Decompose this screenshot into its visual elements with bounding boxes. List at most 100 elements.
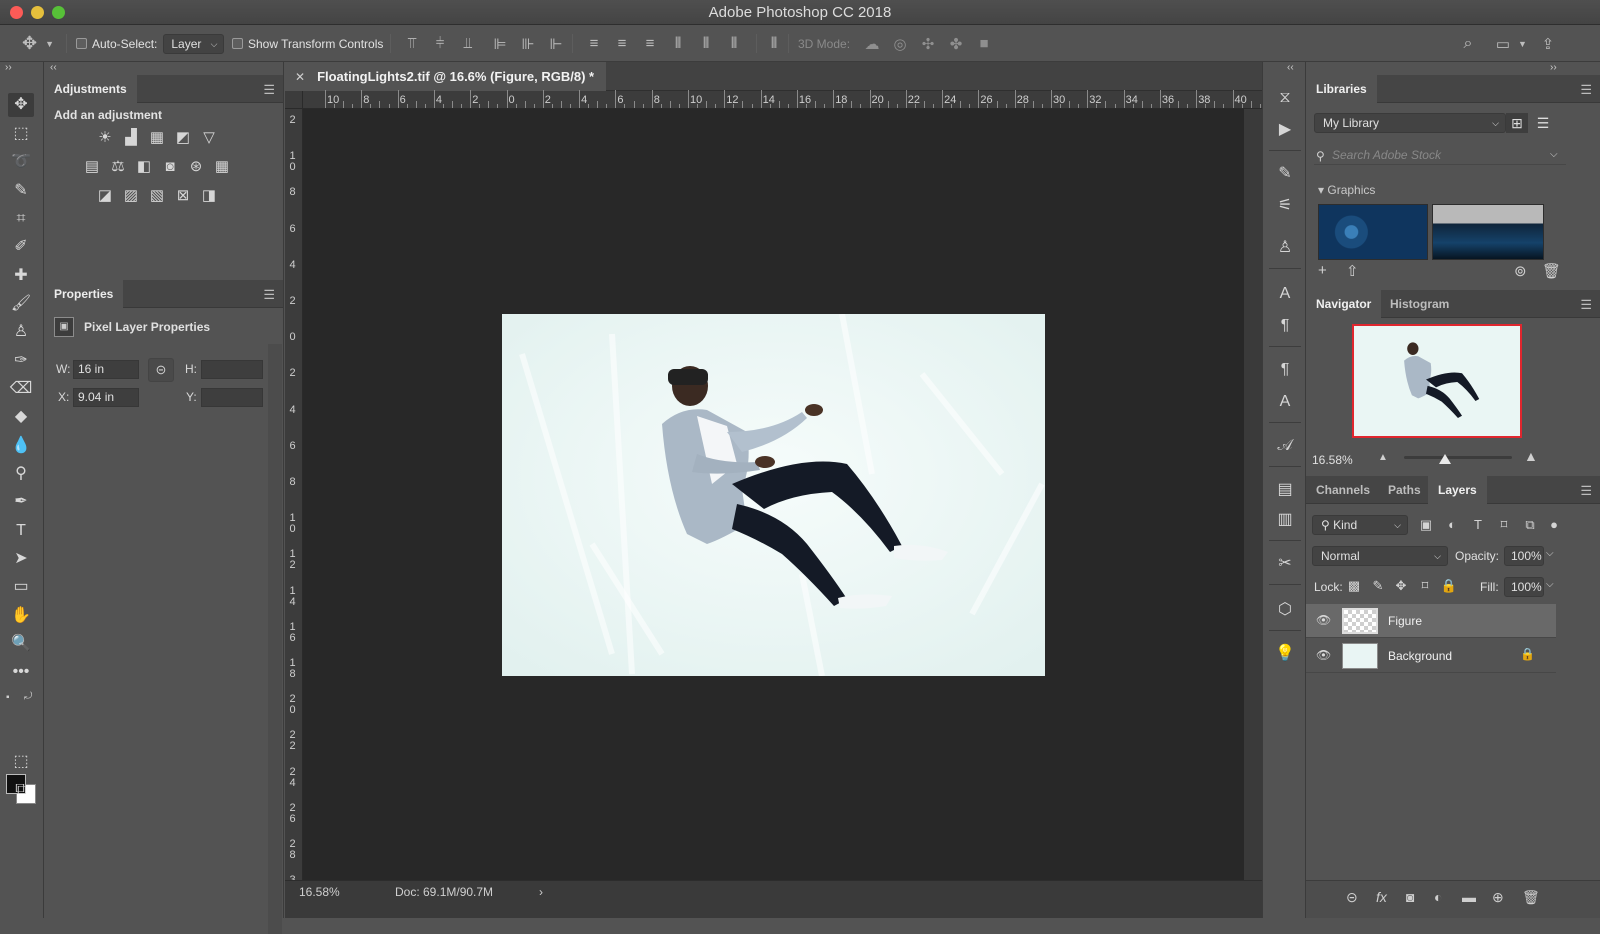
list-view-icon[interactable]: ☰ bbox=[1532, 113, 1554, 133]
blur-icon[interactable]: 💧 bbox=[8, 434, 34, 458]
posterize-icon[interactable]: ▨ bbox=[120, 185, 142, 207]
brush-icon[interactable]: 🖌 bbox=[8, 292, 34, 316]
character-styles-icon[interactable]: A bbox=[1273, 390, 1297, 414]
filter-type-icon[interactable]: T bbox=[1468, 515, 1488, 535]
align-right-icon[interactable]: ⊩ bbox=[542, 35, 570, 53]
document-vertical-scrollbar[interactable] bbox=[1244, 109, 1262, 889]
3d-orbit-icon[interactable]: ☁ bbox=[858, 35, 886, 53]
invert-icon[interactable]: ◪ bbox=[94, 185, 116, 207]
learn-icon[interactable]: 💡 bbox=[1273, 642, 1297, 666]
auto-select-dropdown[interactable]: Layer ⌵ bbox=[163, 33, 225, 54]
distribute-left-icon[interactable]: ⦀ bbox=[664, 35, 692, 52]
distribute-right-icon[interactable]: ⦀ bbox=[720, 35, 748, 52]
brushes-icon[interactable]: ⚟ bbox=[1273, 194, 1297, 218]
channels-tab[interactable]: Channels bbox=[1306, 476, 1380, 504]
glyphs-icon[interactable]: 𝒜 bbox=[1273, 434, 1297, 458]
layers-tab[interactable]: Layers bbox=[1428, 476, 1487, 504]
align-vcenter-icon[interactable]: ⫩ bbox=[426, 35, 454, 52]
paint-bucket-icon[interactable]: ◆ bbox=[8, 405, 34, 429]
stock-search-input[interactable]: Search Adobe Stock bbox=[1314, 145, 1566, 165]
filter-adjustment-icon[interactable]: ◐ bbox=[1442, 515, 1462, 535]
default-colors-icon[interactable]: ▪ bbox=[6, 692, 10, 703]
library-dropdown[interactable]: My Library ⌵ bbox=[1314, 113, 1506, 133]
eraser-icon[interactable]: ⌫ bbox=[8, 377, 34, 401]
3d-icon[interactable]: ⬡ bbox=[1273, 598, 1297, 622]
close-tab-icon[interactable]: ✕ bbox=[295, 70, 305, 84]
lock-pixels-icon[interactable]: ✎ bbox=[1368, 578, 1388, 594]
align-bottom-icon[interactable]: ⫫ bbox=[454, 35, 482, 52]
path-selection-icon[interactable]: ➤ bbox=[8, 547, 34, 571]
align-left-icon[interactable]: ⊫ bbox=[486, 35, 514, 53]
link-layers-icon[interactable]: ⊝ bbox=[1346, 889, 1358, 906]
curves-icon[interactable]: ▦ bbox=[146, 127, 168, 149]
actions-icon[interactable]: ▶ bbox=[1273, 118, 1297, 142]
y-field[interactable] bbox=[201, 388, 263, 407]
distribute-vcenter-icon[interactable]: ≡ bbox=[608, 35, 636, 52]
expand-dock-icon[interactable]: ‹‹ bbox=[1287, 62, 1294, 73]
filter-toggle-icon[interactable]: ● bbox=[1544, 515, 1564, 535]
navigator-zoom[interactable]: 16.58% bbox=[1312, 453, 1353, 467]
link-dimensions-icon[interactable]: ⊝ bbox=[148, 358, 174, 382]
zoom-slider[interactable] bbox=[1404, 456, 1512, 459]
upload-icon[interactable]: ⇧ bbox=[1346, 262, 1359, 280]
filter-pixel-icon[interactable]: ▣ bbox=[1416, 515, 1436, 535]
pen-icon[interactable]: ✒ bbox=[8, 490, 34, 514]
graphics-section-label[interactable]: ▾ Graphics bbox=[1318, 183, 1375, 197]
align-top-icon[interactable]: ⫪ bbox=[398, 35, 426, 52]
horizontal-ruler[interactable]: 10 8 6 4 2 0 2 4 6 8 10 12 14 16 18 20 22 24 26 28 30 32 34 36 3… bbox=[303, 90, 1262, 109]
distribute-bottom-icon[interactable]: ≡ bbox=[636, 35, 664, 52]
3d-roll-icon[interactable]: ◎ bbox=[886, 35, 914, 53]
new-group-icon[interactable]: ▬ bbox=[1462, 889, 1476, 905]
add-content-icon[interactable]: + bbox=[1318, 262, 1327, 279]
lock-transparency-icon[interactable]: ▩ bbox=[1344, 578, 1364, 594]
lock-position-icon[interactable]: ✥ bbox=[1391, 578, 1411, 594]
fill-field[interactable]: 100% bbox=[1504, 577, 1544, 597]
brush-settings-icon[interactable]: ✎ bbox=[1273, 162, 1297, 186]
opacity-chevron-icon[interactable]: ⌵ bbox=[1546, 548, 1554, 559]
trash-icon[interactable]: 🗑 bbox=[1542, 262, 1561, 280]
creative-cloud-icon[interactable]: ⊚ bbox=[1514, 262, 1527, 280]
history-brush-icon[interactable]: ✑ bbox=[8, 349, 34, 373]
vibrance-icon[interactable]: ▽ bbox=[198, 127, 220, 149]
lasso-icon[interactable]: ➰ bbox=[8, 150, 34, 174]
type-tool-icon[interactable]: T bbox=[8, 519, 34, 543]
panel-menu-icon[interactable]: ☰ bbox=[263, 287, 275, 303]
healing-brush-icon[interactable]: ✚ bbox=[8, 264, 34, 288]
threshold-icon[interactable]: ▧ bbox=[146, 185, 168, 207]
x-field[interactable]: 9.04 in bbox=[73, 388, 139, 407]
screen-mode-icon[interactable]: ⧉ bbox=[8, 778, 34, 802]
history-icon[interactable]: ⧖ bbox=[1273, 86, 1297, 110]
properties-scrollbar[interactable] bbox=[268, 344, 282, 934]
eyedropper-icon[interactable]: ✐ bbox=[8, 235, 34, 259]
graphic-thumbnail[interactable] bbox=[1318, 204, 1428, 260]
paths-tab[interactable]: Paths bbox=[1378, 476, 1431, 504]
lock-artboard-icon[interactable]: ⌑ bbox=[1415, 578, 1435, 594]
3d-camera-icon[interactable]: ■ bbox=[970, 35, 998, 52]
zoom-icon[interactable]: 🔍 bbox=[8, 632, 34, 656]
clone-source-icon[interactable]: ♙ bbox=[1273, 236, 1297, 260]
document-canvas[interactable] bbox=[502, 314, 1045, 676]
rectangular-marquee-icon[interactable]: ⬚ bbox=[8, 122, 34, 146]
character-icon[interactable]: A bbox=[1273, 282, 1297, 306]
add-mask-icon[interactable]: ◙ bbox=[1406, 889, 1414, 905]
vertical-ruler[interactable]: 2108642024681012141618202224262830 bbox=[285, 109, 303, 897]
channel-mixer-icon[interactable]: ⊛ bbox=[185, 156, 207, 178]
visibility-eye-icon[interactable]: 👁 bbox=[1316, 648, 1331, 662]
filter-shape-icon[interactable]: ⌑ bbox=[1494, 515, 1514, 535]
paragraph-styles-icon[interactable]: ¶ bbox=[1273, 358, 1297, 382]
move-tool-icon[interactable]: ✥ bbox=[8, 93, 34, 117]
collapse-panels-icon[interactable]: ‹‹ bbox=[50, 62, 57, 73]
new-adjustment-icon[interactable]: ◐ bbox=[1434, 889, 1442, 905]
lock-all-icon[interactable]: 🔒 bbox=[1439, 578, 1459, 594]
more-tools-icon[interactable]: ••• bbox=[8, 660, 34, 684]
tool-presets-icon[interactable]: ✂ bbox=[1273, 552, 1297, 576]
canvas-area[interactable] bbox=[303, 109, 1244, 889]
panel-menu-icon[interactable]: ☰ bbox=[263, 82, 275, 98]
fill-chevron-icon[interactable]: ⌵ bbox=[1546, 579, 1554, 590]
auto-select-checkbox[interactable] bbox=[76, 38, 87, 49]
width-field[interactable]: 16 in bbox=[73, 360, 139, 379]
grid-view-icon[interactable]: ⊞ bbox=[1506, 113, 1528, 133]
layer-filter-dropdown[interactable]: ⚲ Kind ⌵ bbox=[1312, 515, 1408, 535]
3d-drag-icon[interactable]: ✣ bbox=[914, 35, 942, 53]
paragraph-icon[interactable]: ¶ bbox=[1273, 314, 1297, 338]
